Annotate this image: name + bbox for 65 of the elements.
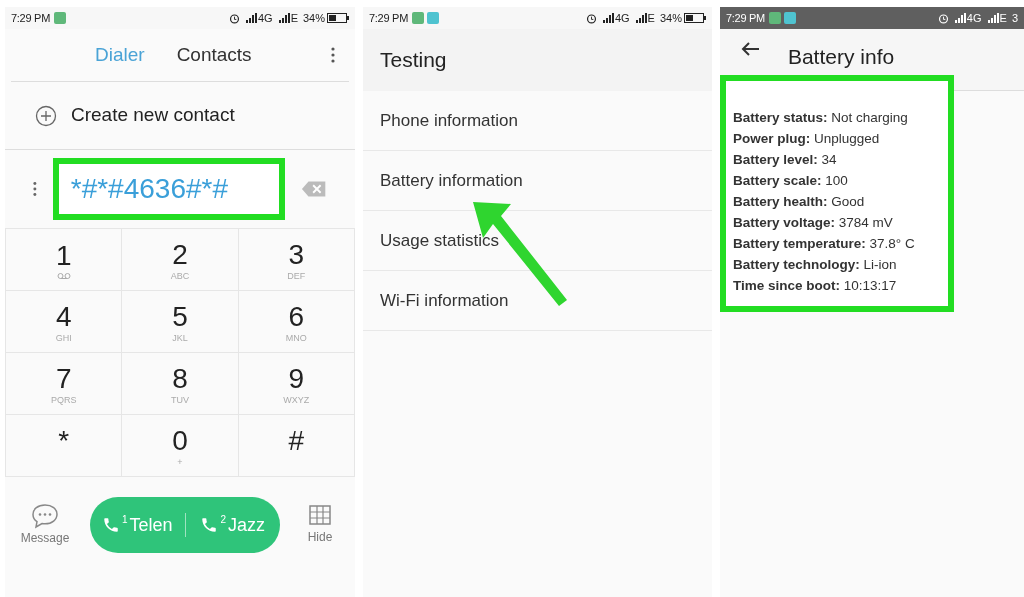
status-time: 7:29 PM bbox=[725, 10, 765, 26]
signal-icon bbox=[600, 13, 615, 23]
dial-key[interactable]: 4 GHI bbox=[6, 291, 123, 353]
keypad-icon bbox=[308, 504, 332, 528]
app-notification-icon bbox=[769, 12, 781, 24]
network-type: E bbox=[999, 10, 1007, 26]
network-type: 4G bbox=[614, 10, 630, 26]
dial-key[interactable]: 0 + bbox=[122, 415, 239, 477]
info-line: Time since boot: 10:13:17 bbox=[732, 277, 898, 295]
alarm-icon bbox=[228, 12, 240, 24]
status-time: 7:29 PM bbox=[11, 10, 51, 26]
add-icon[interactable] bbox=[35, 104, 57, 127]
voicemail-icon bbox=[56, 271, 71, 280]
message-button[interactable]: Message bbox=[15, 503, 75, 547]
dial-key[interactable]: 2 ABC bbox=[122, 229, 239, 291]
battery-icon bbox=[683, 13, 706, 23]
dial-key[interactable]: 6 MNO bbox=[238, 291, 355, 353]
dial-key[interactable]: 3 DEF bbox=[238, 229, 355, 291]
network-type: E bbox=[290, 10, 298, 26]
battery-percent: 34% bbox=[659, 10, 682, 26]
network-type: 4G bbox=[257, 10, 273, 26]
network-type: E bbox=[647, 10, 655, 26]
info-line: Battery technology: Li-ion bbox=[732, 256, 898, 274]
app-notification-icon bbox=[54, 12, 67, 24]
alarm-icon bbox=[585, 12, 597, 24]
info-line: Battery status: Not charging bbox=[732, 109, 909, 127]
battery-percent: 34% bbox=[302, 10, 325, 26]
dial-key[interactable]: 5 JKL bbox=[122, 291, 239, 353]
network-type: 4G bbox=[966, 10, 982, 26]
more-options-icon[interactable] bbox=[33, 181, 37, 197]
dial-key[interactable]: 9 WXYZ bbox=[238, 353, 355, 415]
battery-percent: 3 bbox=[1011, 10, 1018, 26]
signal-icon bbox=[952, 13, 967, 23]
phone-icon bbox=[101, 516, 120, 534]
status-time: 7:29 PM bbox=[369, 10, 409, 26]
back-arrow-icon[interactable] bbox=[739, 41, 760, 57]
tab[interactable]: Contacts bbox=[176, 40, 252, 70]
signal-icon bbox=[276, 13, 291, 23]
dial-key[interactable]: 7 PQRS bbox=[6, 353, 123, 415]
info-line: Power plug: Unplugged bbox=[732, 130, 881, 148]
info-line: Battery scale: 100 bbox=[732, 172, 849, 190]
screen-title: Testing bbox=[380, 47, 447, 74]
app-notification-icon bbox=[784, 12, 796, 24]
battery-icon bbox=[327, 13, 349, 23]
more-options-icon[interactable] bbox=[331, 47, 335, 63]
app-notification-icon bbox=[412, 12, 425, 24]
create-contact-label[interactable]: Create new contact bbox=[71, 101, 235, 130]
dial-key[interactable]: # bbox=[238, 415, 355, 477]
hide-keypad-button[interactable]: Hide bbox=[295, 504, 345, 546]
phone-icon bbox=[200, 516, 219, 534]
info-line: Battery level: 34 bbox=[732, 151, 838, 169]
signal-icon bbox=[985, 13, 1000, 23]
menu-item[interactable]: Phone information bbox=[363, 91, 712, 151]
info-line: Battery temperature: 37.8° C bbox=[732, 235, 916, 253]
signal-icon bbox=[243, 13, 258, 23]
message-icon bbox=[31, 503, 59, 529]
dial-key[interactable]: 8 TUV bbox=[122, 353, 239, 415]
dial-key[interactable]: 1 bbox=[6, 229, 123, 291]
dial-key[interactable]: * bbox=[6, 415, 123, 477]
screen-title: Battery info bbox=[787, 44, 895, 70]
app-notification-icon bbox=[427, 12, 440, 24]
info-line: Battery health: Good bbox=[732, 193, 866, 211]
alarm-icon bbox=[937, 12, 949, 24]
info-line: Battery voltage: 3784 mV bbox=[732, 214, 894, 232]
signal-icon bbox=[633, 13, 648, 23]
